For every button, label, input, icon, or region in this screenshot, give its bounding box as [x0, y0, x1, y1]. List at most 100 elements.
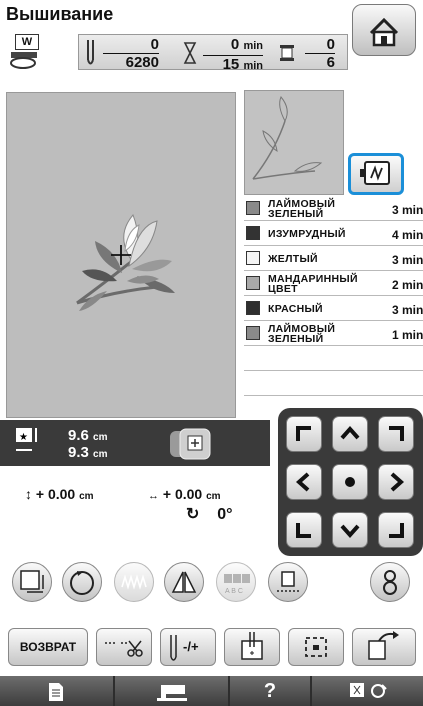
- thread-name: ЖЕЛТЫЙ: [268, 253, 318, 265]
- density-button[interactable]: [114, 562, 154, 602]
- rotation-angle: ↻ 0°: [186, 506, 233, 523]
- border-icon: [383, 570, 397, 595]
- corner-top-left-icon: [296, 426, 311, 441]
- move-down-button[interactable]: [332, 512, 368, 548]
- move-direction-pad: [278, 408, 423, 556]
- resize-button[interactable]: [12, 562, 52, 602]
- thread-cutting-button[interactable]: [96, 628, 152, 666]
- pattern-size-box: ★ 9.6 cm 9.3 cm: [0, 420, 270, 466]
- presser-foot-code: W: [15, 34, 39, 50]
- thread-color-list[interactable]: ЛАЙМОВЫЙ ЗЕЛЕНЫЙ 3 min ИЗУМРУДНЫЙ 4 min ЖЕЛТ…: [244, 196, 423, 396]
- stitch-current: 0: [103, 37, 159, 54]
- thread-time: 3 min: [392, 253, 423, 267]
- time-total: 15: [222, 56, 240, 73]
- move-right-button[interactable]: [378, 464, 414, 500]
- thread-name: ЛАЙМОВЫЙ ЗЕЛЕНЫЙ: [268, 323, 336, 345]
- time-current: 0: [230, 36, 240, 53]
- frame-icon: [170, 428, 211, 460]
- pattern-size-icon: ★: [16, 428, 37, 451]
- letter-array-button[interactable]: A B C: [216, 562, 256, 602]
- thread-color-swatch: [246, 301, 260, 315]
- settings-button[interactable]: [312, 676, 423, 706]
- rotate-button[interactable]: [62, 562, 102, 602]
- corner-bottom-left-icon: [296, 523, 311, 538]
- arrow-right-icon: [390, 472, 405, 492]
- thread-time: 3 min: [392, 303, 423, 317]
- move-down-left-button[interactable]: [286, 512, 322, 548]
- horizontal-position: ↔ + 0.00 cm: [148, 486, 221, 502]
- thread-spool-icon: [280, 45, 294, 61]
- screen-title: Вышивание: [6, 4, 114, 24]
- bottom-toolbar: ?: [0, 676, 423, 706]
- zoom-view-button[interactable]: [348, 153, 404, 195]
- frame-back-button[interactable]: [352, 628, 416, 666]
- arrow-down-icon: [340, 524, 360, 539]
- color-current: 0: [305, 37, 335, 54]
- presser-foot-icon: [10, 52, 37, 69]
- single-color-button[interactable]: [268, 562, 308, 602]
- time-counter: 0 min 15 min: [203, 37, 263, 74]
- machine-icon: [157, 685, 187, 701]
- help-button[interactable]: ?: [230, 676, 310, 706]
- presser-foot-indicator: W: [9, 34, 43, 69]
- thread-time: 1 min: [392, 328, 423, 342]
- color-counter: 0 6: [305, 37, 335, 70]
- thumbnail-image: [252, 96, 323, 180]
- vertical-position: ↕ + 0.00 cm: [25, 486, 94, 502]
- move-up-button[interactable]: [332, 416, 368, 452]
- thread-row[interactable]: ЛАЙМОВЫЙ ЗЕЛЕНЫЙ 3 min: [244, 196, 423, 221]
- return-button[interactable]: ВОЗВРАТ: [8, 628, 88, 666]
- stitch-status-bar: 0 6280 0 min 15 min 0 6: [78, 34, 348, 72]
- settings-icon: [350, 683, 387, 698]
- thread-time: 3 min: [392, 203, 423, 217]
- pattern-width: 9.6 cm: [68, 427, 108, 444]
- rotate-icon: ↻: [186, 506, 200, 523]
- svg-text:★: ★: [19, 432, 28, 443]
- thread-color-swatch: [246, 251, 260, 265]
- home-button[interactable]: [352, 4, 416, 56]
- border-button[interactable]: [370, 562, 410, 602]
- move-up-left-button[interactable]: [286, 416, 322, 452]
- trial-icon: [305, 637, 327, 657]
- thread-row-empty: [244, 371, 423, 396]
- thread-time: 2 min: [392, 278, 423, 292]
- move-left-button[interactable]: [286, 464, 322, 500]
- flower-pattern-image: [76, 214, 175, 311]
- thread-row[interactable]: ЖЕЛТЫЙ 3 min: [244, 246, 423, 271]
- embroidery-preview[interactable]: [6, 92, 236, 418]
- needle-tension-icon: [170, 635, 177, 661]
- starting-point-button[interactable]: [224, 628, 280, 666]
- thread-name: ИЗУМРУДНЫЙ: [268, 228, 346, 240]
- letter-array-icon: A B C: [224, 574, 250, 595]
- home-icon: [369, 17, 399, 47]
- stitch-counter: 0 6280: [103, 37, 159, 70]
- mirror-button[interactable]: [164, 562, 204, 602]
- thread-color-swatch: [246, 276, 260, 290]
- vertical-move-icon: ↕: [25, 486, 32, 502]
- machine-button[interactable]: [115, 676, 228, 706]
- stitch-total: 6280: [125, 54, 159, 71]
- corner-top-right-icon: [389, 426, 404, 441]
- frame-back-icon: [368, 631, 399, 660]
- thread-row[interactable]: КРАСНЫЙ 3 min: [244, 296, 423, 321]
- thread-row[interactable]: МАНДАРИННЫЙ ЦВЕТ 2 min: [244, 271, 423, 296]
- single-color-icon: [277, 571, 299, 592]
- trial-button[interactable]: [288, 628, 344, 666]
- thread-row[interactable]: ЛАЙМОВЫЙ ЗЕЛЕНЫЙ 1 min: [244, 321, 423, 346]
- zoom-view-icon: [360, 161, 390, 185]
- thread-row[interactable]: ИЗУМРУДНЫЙ 4 min: [244, 221, 423, 246]
- move-down-right-button[interactable]: [378, 512, 414, 548]
- thread-color-swatch: [246, 326, 260, 340]
- thread-color-swatch: [246, 201, 260, 215]
- svg-text:A B C: A B C: [225, 588, 243, 595]
- thread-name: КРАСНЫЙ: [268, 303, 323, 315]
- thread-time: 4 min: [392, 228, 423, 242]
- needle-tension-button[interactable]: -/+: [160, 628, 216, 666]
- pattern-thumbnail: [244, 90, 344, 195]
- thread-name: ЛАЙМОВЫЙ ЗЕЛЕНЫЙ: [268, 198, 336, 220]
- center-button[interactable]: [332, 464, 368, 500]
- move-up-right-button[interactable]: [378, 416, 414, 452]
- page-button[interactable]: [0, 676, 113, 706]
- corner-bottom-right-icon: [389, 523, 404, 538]
- pattern-height: 9.3 cm: [68, 444, 108, 461]
